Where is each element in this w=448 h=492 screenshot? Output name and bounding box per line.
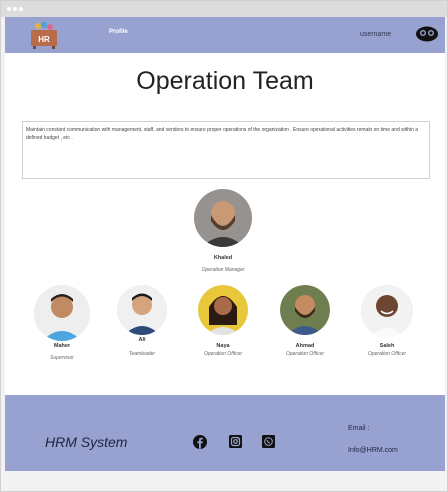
avatar [361,285,413,337]
window-titlebar [1,1,447,17]
team-member-card: Khaled Operation Manager [181,189,265,273]
member-name: Ali [138,337,146,343]
page-title: Operation Team [136,67,314,95]
browser-window: HR Profile username Operation Team Maint… [0,0,448,492]
team-member-card: Ali Teamleader [107,285,177,357]
member-name: Saleh [379,343,395,349]
hr-logo[interactable]: HR [27,21,61,49]
team-description: Maintain constant communication with man… [22,121,430,179]
footer: HRM System Email : Info@HRM.com [5,395,445,471]
avatar [194,189,252,247]
member-role: Teamleader [128,351,156,357]
email-link[interactable]: Info@HRM.com [348,447,398,454]
nav-link-profile[interactable]: Profile [109,29,128,35]
avatar [198,285,248,335]
avatar [280,285,330,335]
member-role: Supervisor [50,355,74,361]
team-member-card: Ahmad Operation Officer [269,285,341,357]
username-label[interactable]: username [360,31,391,38]
member-name: Khaled [213,255,233,261]
team-member-card: Naya Operation Officer [185,285,261,357]
facebook-icon[interactable] [193,435,207,449]
member-name: Maher [53,343,71,349]
member-role: Operation Officer [285,351,325,357]
avatar [117,285,167,335]
whatsapp-icon[interactable] [262,435,275,448]
member-role: Operation Manager [201,267,245,273]
page: HR Profile username Operation Team Maint… [5,17,445,471]
member-name: Naya [216,343,230,349]
users-icon[interactable] [415,26,439,42]
window-dot[interactable] [7,7,11,11]
navbar: HR Profile username [5,17,445,53]
member-name: Ahmad [295,343,315,349]
window-dot[interactable] [13,7,17,11]
member-role: Operation Officer [367,351,407,357]
member-role: Operation Officer [203,351,243,357]
window-dot[interactable] [19,7,23,11]
team-member-card: Saleh Operation Officer [351,285,423,357]
footer-brand: HRM System [45,434,128,450]
instagram-icon[interactable] [229,435,242,448]
email-label: Email : [348,425,370,432]
logo-text: HR [38,35,50,44]
team-member-card: Maher Supervisor [25,285,99,361]
avatar [34,285,90,341]
